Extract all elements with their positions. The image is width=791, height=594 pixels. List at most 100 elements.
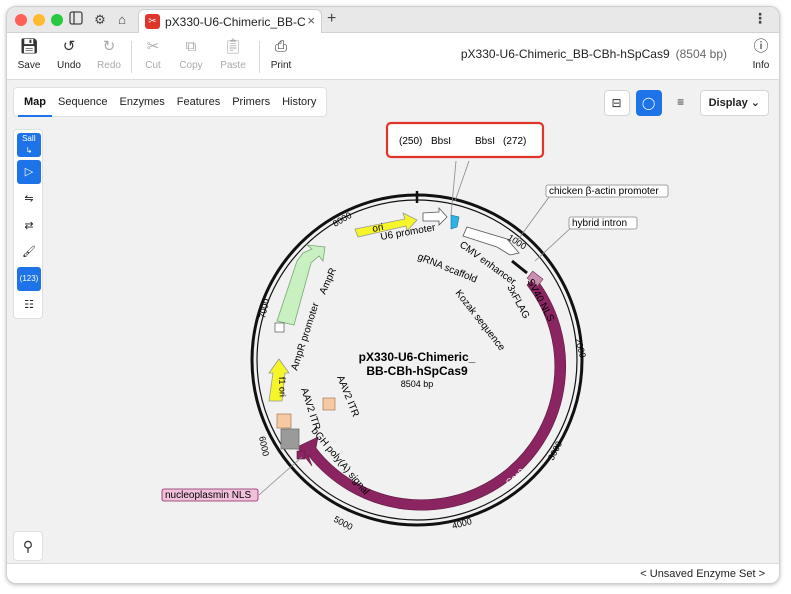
main-toolbar: 💾︎ Save ↺ Undo ↻ Redo ✂ Cut ⧉ Copy 📋︎ Pa… <box>7 33 779 80</box>
aav2-itr-label: AAV2 ITR <box>334 374 361 419</box>
toolbar-divider <box>259 41 260 73</box>
hybrid-intron-segment[interactable] <box>511 259 528 275</box>
f1-ori-label: f1 ori <box>277 377 288 397</box>
paste-label: Paste <box>220 60 246 71</box>
hybrid-intron-label: hybrid intron <box>572 218 627 229</box>
info-icon: ⓘ <box>753 38 769 55</box>
aav2-itr-feature[interactable] <box>322 397 336 411</box>
aav2-itr-feature[interactable] <box>276 413 292 429</box>
title-bar: ⚙ ⌂ ✂ pX330-U6-Chimeric_BB-CBl × + ⋮ <box>7 7 779 33</box>
show-primers-icon[interactable]: ⇋ <box>17 187 41 211</box>
toolbar-divider <box>131 41 132 73</box>
printer-icon: ⎙ <box>274 38 287 55</box>
info-label: Info <box>752 60 770 71</box>
plasmid-map[interactable]: 1000 2000 3000 4000 5000 6000 7000 8000 … <box>7 81 780 563</box>
map-view: 1000 2000 3000 4000 5000 6000 7000 8000 … <box>7 81 780 583</box>
undo-label: Undo <box>57 60 81 71</box>
tick-label: 7000 <box>257 298 271 320</box>
tab-history[interactable]: History <box>276 87 322 117</box>
kozak-sequence-label: Kozak sequence <box>453 288 507 353</box>
sequence-title: pX330-U6-Chimeric_BB-CBh-hSpCas9 (8504 bp… <box>461 47 727 61</box>
home-icon[interactable]: ⌂ <box>113 11 131 29</box>
undo-button[interactable]: ↺ Undo <box>49 37 89 71</box>
brush-icon[interactable]: 🖌︎ <box>17 240 41 264</box>
tick-label: 4000 <box>451 516 473 531</box>
sequence-length: (8504 bp) <box>675 47 727 61</box>
aav2-itr-label: AAV2 ITR <box>298 387 322 432</box>
tab-sequence[interactable]: Sequence <box>52 87 114 117</box>
scissors-icon: ✂ <box>146 38 160 55</box>
redo-icon: ↻ <box>102 38 116 55</box>
print-label: Print <box>270 60 292 71</box>
list-view-icon[interactable]: ☷ <box>17 293 41 317</box>
sequence-name: pX330-U6-Chimeric_BB-CBh-hSpCas9 <box>460 47 670 61</box>
status-bar: < Unsaved Enzyme Set > <box>7 563 779 583</box>
more-menu-icon[interactable]: ⋮ <box>753 10 767 27</box>
bbsi-site1-name[interactable]: BbsI <box>431 136 451 147</box>
document-tab[interactable]: ✂ pX330-U6-Chimeric_BB-CBl × <box>138 9 322 33</box>
cut-button[interactable]: ✂ Cut <box>133 37 173 71</box>
map-view-controls: ⊟ ◯ ≡ Display ⌄ <box>603 89 769 117</box>
bbsi-site1-position: (250) <box>399 136 422 147</box>
new-tab-button[interactable]: + <box>327 10 336 28</box>
copy-button[interactable]: ⧉ Copy <box>171 37 211 71</box>
show-features-button[interactable]: ▷ <box>17 160 41 184</box>
tab-enzymes[interactable]: Enzymes <box>114 87 171 117</box>
copy-icon: ⧉ <box>185 38 197 55</box>
save-label: Save <box>17 60 41 71</box>
bbsi-site2-name[interactable]: BbsI <box>475 136 495 147</box>
linear-view-icon[interactable]: ⊟ <box>603 90 630 116</box>
close-window-button[interactable] <box>15 14 27 26</box>
side-toolbar: SalI ↳ ▷ ⇋ ⇄ 🖌︎ (123) ☷ <box>13 129 43 319</box>
tab-close-icon[interactable]: × <box>307 13 315 28</box>
feature-leader-line <box>534 223 576 262</box>
chevron-down-icon: ⌄ <box>750 97 760 109</box>
chicken-actin-label: chicken β-actin promoter <box>549 186 659 197</box>
plasmid-name-line2: BB-CBh-hSpCas9 <box>366 364 468 378</box>
minimize-window-button[interactable] <box>33 14 45 26</box>
tick-label: 8000 <box>331 210 353 229</box>
tab-primers[interactable]: Primers <box>226 87 276 117</box>
tick-label: 6000 <box>257 435 271 457</box>
enzyme-leader-line <box>450 160 457 216</box>
zoom-window-button[interactable] <box>51 14 63 26</box>
app-window: ⚙ ⌂ ✂ pX330-U6-Chimeric_BB-CBl × + ⋮ 💾︎ … <box>6 6 780 584</box>
ampr-promoter-feature[interactable] <box>274 322 285 333</box>
enzyme-set-selector[interactable]: < Unsaved Enzyme Set > <box>640 568 765 580</box>
tab-title: pX330-U6-Chimeric_BB-CBl <box>165 15 305 29</box>
cut-label: Cut <box>145 60 161 71</box>
settings-gear-icon[interactable]: ⚙ <box>91 11 109 29</box>
show-orfs-icon[interactable]: ⇄ <box>17 214 41 238</box>
circular-view-icon[interactable]: ◯ <box>635 90 662 116</box>
grna-scaffold-feature[interactable] <box>450 214 460 230</box>
tab-features[interactable]: Features <box>171 87 226 117</box>
redo-label: Redo <box>97 60 121 71</box>
bgh-polya-feature[interactable] <box>280 428 300 450</box>
save-button[interactable]: 💾︎ Save <box>9 37 49 71</box>
u6-promoter-feature[interactable] <box>422 206 448 226</box>
bbsi-site2-position: (272) <box>503 136 526 147</box>
redo-button[interactable]: ↻ Redo <box>89 37 129 71</box>
copy-label: Copy <box>179 60 203 71</box>
undo-icon: ↺ <box>62 38 76 55</box>
paste-button[interactable]: 📋︎ Paste <box>213 37 253 71</box>
print-button[interactable]: ⎙ Print <box>261 37 301 71</box>
tick-label: 2000 <box>573 337 588 359</box>
view-tabs: Map Sequence Enzymes Features Primers Hi… <box>13 87 328 117</box>
flag-label: 3xFLAG <box>504 283 531 321</box>
nucleoplasmin-nls-label: nucleoplasmin NLS <box>165 490 251 501</box>
info-button[interactable]: ⓘ Info <box>741 37 779 71</box>
sidebar-toggle-icon[interactable] <box>67 11 85 29</box>
show-numbers-button[interactable]: (123) <box>17 267 41 291</box>
paste-icon: 📋︎ <box>223 38 243 55</box>
sall-label: SalI <box>22 134 36 143</box>
feature-leader-line <box>516 192 553 242</box>
tick-label: 3000 <box>546 440 564 462</box>
snapgene-logo-icon: ✂ <box>145 14 160 29</box>
display-dropdown[interactable]: Display ⌄ <box>699 90 769 116</box>
plasmid-name-line1: pX330-U6-Chimeric_ <box>359 350 476 364</box>
sequence-view-icon[interactable]: ≡ <box>668 90 694 116</box>
zoom-search-icon[interactable]: ⚲ <box>13 531 43 561</box>
show-enzymes-button[interactable]: SalI ↳ <box>17 133 41 157</box>
tab-map[interactable]: Map <box>18 87 52 117</box>
